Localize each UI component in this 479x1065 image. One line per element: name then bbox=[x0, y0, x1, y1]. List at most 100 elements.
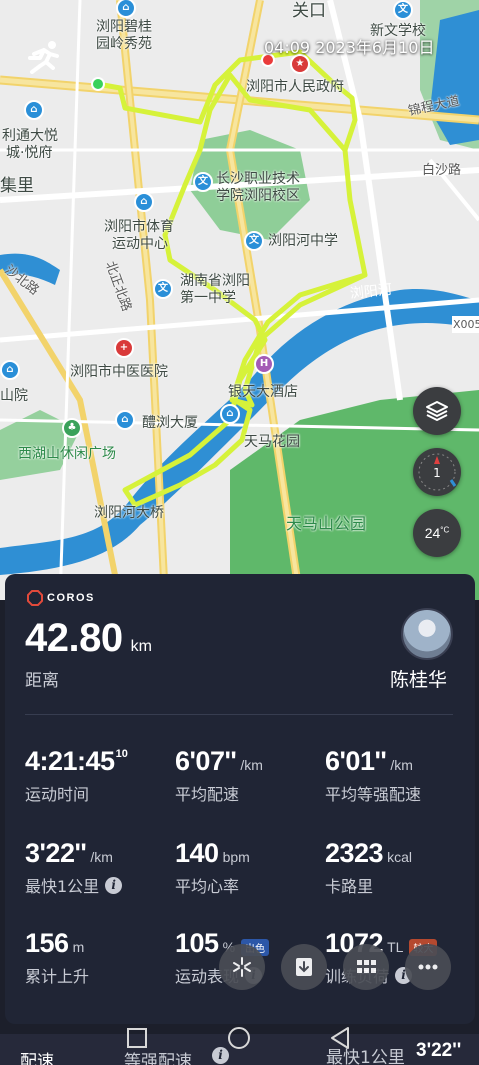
hospital-pin-icon[interactable]: + bbox=[114, 338, 134, 358]
stat-duration: 4:21:45 10 运动时间 bbox=[25, 746, 128, 805]
compass-icon: 1 bbox=[418, 453, 457, 491]
stat-unit: bpm bbox=[222, 849, 250, 865]
stat-sup: 10 bbox=[115, 748, 128, 760]
brand-name: COROS bbox=[47, 592, 95, 604]
layers-icon bbox=[426, 401, 448, 421]
distance-value: 42.80 bbox=[25, 616, 123, 660]
layers-button[interactable] bbox=[413, 387, 461, 435]
back-icon bbox=[331, 1027, 349, 1049]
stat-label: 平均配速 bbox=[175, 785, 240, 804]
poi-pin-icon[interactable]: 文 bbox=[193, 172, 213, 192]
map-label-city-gov: 浏阳市人民政府 bbox=[246, 79, 344, 95]
stat-value: 140 bbox=[175, 838, 219, 868]
map-base bbox=[0, 0, 479, 600]
activity-timestamp: 04:09 2023年6月10日 bbox=[264, 38, 435, 57]
map-label-tcm-hospital: 浏阳市中医医院 bbox=[70, 364, 168, 380]
stat-value: 6'07'' bbox=[175, 746, 237, 776]
stat-label: 累计上升 bbox=[25, 967, 90, 986]
more-icon bbox=[418, 964, 438, 970]
stat-unit: TL bbox=[387, 939, 404, 955]
compass-value: 1 bbox=[433, 466, 441, 480]
distance-display: 42.80 km bbox=[25, 616, 152, 661]
stat-value: 4:21:45 bbox=[25, 746, 115, 776]
divider bbox=[25, 714, 453, 715]
park-pin-icon[interactable]: ♣ bbox=[62, 418, 82, 438]
grid-icon bbox=[357, 960, 376, 973]
stat-unit: /km bbox=[240, 757, 263, 773]
download-button[interactable] bbox=[281, 944, 327, 990]
map-label-x005: X005 bbox=[452, 316, 479, 333]
map-label-tianma-park: 天马山公园 bbox=[286, 514, 367, 533]
stat-label: 平均等强配速 bbox=[325, 785, 422, 804]
system-nav-bar bbox=[0, 1000, 479, 1065]
compass-button[interactable]: 1 bbox=[413, 448, 461, 496]
avatar[interactable] bbox=[401, 608, 453, 660]
stat-value: 6'01'' bbox=[325, 746, 387, 776]
poi-pin-icon[interactable]: 文 bbox=[393, 0, 413, 20]
stat-unit: kcal bbox=[387, 849, 412, 865]
map-label-litong: 利通大悦 bbox=[2, 128, 58, 144]
more-button[interactable] bbox=[405, 944, 451, 990]
recent-apps-icon bbox=[127, 1028, 147, 1048]
running-icon bbox=[28, 41, 59, 74]
map-label-vocational-2: 学院浏阳校区 bbox=[216, 188, 300, 204]
temperature-value: 24 bbox=[424, 525, 441, 541]
stat-value: 105 bbox=[175, 928, 219, 958]
stat-value: 2323 bbox=[325, 838, 384, 868]
map-label-liuyanghe-school: 浏阳河中学 bbox=[268, 233, 338, 249]
stat-unit: m bbox=[72, 939, 85, 955]
map-label-xihu-park: 西湖山休闲广场 bbox=[18, 446, 116, 462]
map-label-chengyue: 城·悦府 bbox=[6, 145, 53, 161]
route-map[interactable]: 关口 新文学校 浏阳碧桂 园岭秀苑 锦程大道 浏阳市人民政府 利通大悦 城·悦府… bbox=[0, 0, 479, 600]
map-label-hunan-1: 湖南省浏阳 bbox=[180, 273, 250, 289]
coros-logo: COROS bbox=[27, 590, 95, 606]
map-label-hotel: 银天大酒店 bbox=[228, 384, 298, 400]
map-label-xiuyuan: 园岭秀苑 bbox=[96, 36, 152, 52]
stat-value: 3'22'' bbox=[25, 838, 87, 868]
stat-equal-pace: 6'01''/km 平均等强配速 bbox=[325, 746, 421, 805]
distance-unit: km bbox=[130, 638, 152, 655]
distance-label: 距离 bbox=[25, 671, 59, 691]
map-label-jili: 集里 bbox=[0, 176, 34, 196]
download-icon bbox=[296, 958, 312, 976]
stat-elevation-gain: 156 m 累计上升 bbox=[25, 928, 89, 987]
map-label-vocational-1: 长沙职业技术 bbox=[216, 171, 300, 187]
temperature-unit: °C bbox=[440, 525, 450, 535]
share-burst-button[interactable] bbox=[219, 944, 265, 990]
map-label-baisha-road: 白沙路 bbox=[422, 163, 462, 178]
stat-fastest-km: 3'22''/km 最快1公里 i bbox=[25, 838, 123, 897]
home-icon bbox=[228, 1027, 250, 1049]
poi-pin-icon[interactable]: ⌂ bbox=[24, 100, 44, 120]
poi-pin-icon[interactable]: ⌂ bbox=[0, 360, 20, 380]
map-label-shanyuan: 山院 bbox=[0, 388, 28, 404]
stat-unit: /km bbox=[90, 849, 113, 865]
stat-heart-rate: 140 bpm 平均心率 bbox=[175, 838, 250, 897]
map-label-liling: 醴浏大厦 bbox=[142, 415, 198, 431]
poi-pin-icon[interactable]: 文 bbox=[153, 279, 173, 299]
nav-buttons bbox=[127, 1027, 349, 1049]
poi-pin-icon[interactable]: ⌂ bbox=[115, 410, 135, 430]
stat-label: 运动时间 bbox=[25, 785, 90, 804]
burst-icon bbox=[233, 957, 251, 977]
info-icon[interactable]: i bbox=[105, 876, 123, 894]
poi-pin-icon[interactable]: ⌂ bbox=[134, 192, 154, 212]
stat-value: 156 bbox=[25, 928, 69, 958]
stat-label: 卡路里 bbox=[325, 877, 374, 896]
grid-button[interactable] bbox=[343, 944, 389, 990]
map-label-biguiyuan: 浏阳碧桂 bbox=[96, 19, 152, 35]
stat-avg-pace: 6'07''/km 平均配速 bbox=[175, 746, 263, 805]
map-label-bridge: 浏阳河大桥 bbox=[94, 505, 164, 521]
poi-pin-icon[interactable]: 文 bbox=[244, 231, 264, 251]
stat-calories: 2323 kcal 卡路里 bbox=[325, 838, 412, 897]
map-label-tianma-garden: 天马花园 bbox=[244, 434, 300, 450]
map-label-sports-2: 运动中心 bbox=[112, 236, 168, 252]
stat-label: 平均心率 bbox=[175, 877, 240, 896]
user-name: 陈桂华 bbox=[390, 669, 448, 691]
coros-logo-icon bbox=[27, 590, 43, 606]
hotel-pin-icon[interactable]: H bbox=[254, 354, 274, 374]
poi-pin-icon[interactable]: ⌂ bbox=[220, 404, 240, 424]
stat-label: 最快1公里 bbox=[25, 877, 100, 896]
temperature-badge: 24°C bbox=[413, 509, 461, 557]
map-label-hunan-2: 第一中学 bbox=[180, 290, 236, 306]
map-label-sports-1: 浏阳市体育 bbox=[104, 219, 174, 235]
